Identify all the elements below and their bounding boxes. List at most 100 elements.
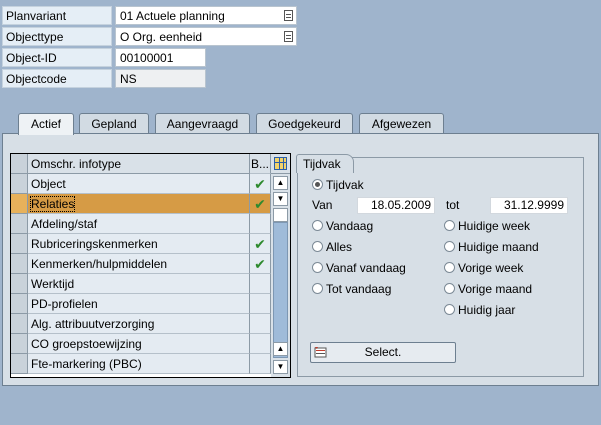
select-button[interactable]: Select. — [310, 342, 456, 363]
scroll-page-down-icon[interactable]: ▼ — [273, 360, 288, 374]
radio-icon — [312, 262, 323, 273]
radio-tot-vandaag[interactable]: Tot vandaag — [312, 281, 391, 297]
infotype-name[interactable]: Fte-markering (PBC) — [28, 354, 250, 374]
radio-icon — [312, 220, 323, 231]
check-cell — [250, 294, 271, 314]
radio-label: Vandaag — [326, 219, 374, 233]
planvariant-value: 01 Actuele planning — [120, 9, 225, 23]
table-header: Omschr. infotype B... — [11, 154, 292, 174]
objecttype-input[interactable]: O Org. eenheid — [115, 27, 297, 46]
tab-actief[interactable]: Actief — [18, 113, 74, 135]
check-cell — [250, 334, 271, 354]
objecttype-value: O Org. eenheid — [120, 30, 203, 44]
objecttype-label: Objecttype — [2, 27, 112, 46]
radio-label: Tot vandaag — [326, 282, 392, 296]
radio-label: Alles — [326, 240, 353, 254]
radio-icon — [444, 304, 455, 315]
check-cell — [250, 274, 271, 294]
row-selector[interactable] — [11, 254, 28, 274]
infotype-name-text: Relaties — [29, 196, 76, 212]
infotype-name[interactable]: Kenmerken/hulpmiddelen — [28, 254, 250, 274]
radio-label: Huidig jaar — [458, 303, 516, 317]
radio-icon — [444, 283, 455, 294]
radio-alles[interactable]: Alles — [312, 239, 352, 255]
tab-afgewezen[interactable]: Afgewezen — [359, 113, 444, 134]
tab-gepland[interactable]: Gepland — [79, 113, 149, 134]
radio-huidige-week[interactable]: Huidige week — [444, 218, 530, 234]
row-selector[interactable] — [11, 334, 28, 354]
objectcode-label: Objectcode — [2, 69, 112, 88]
check-icon: ✔ — [250, 194, 271, 214]
radio-icon — [444, 220, 455, 231]
column-header-b[interactable]: B... — [250, 154, 271, 174]
van-label: Van — [312, 198, 333, 212]
row-selector[interactable] — [11, 174, 28, 194]
scroll-thumb[interactable] — [273, 208, 288, 222]
radio-tijdvak[interactable]: Tijdvak — [312, 177, 364, 193]
infotype-name[interactable]: Object — [28, 174, 250, 194]
radio-icon — [312, 241, 323, 252]
radio-label: Vorige week — [458, 261, 524, 275]
radio-icon — [444, 241, 455, 252]
row-selector[interactable] — [11, 294, 28, 314]
object-id-input[interactable]: 00100001 — [115, 48, 206, 67]
row-selector[interactable] — [11, 234, 28, 254]
row-selector[interactable] — [11, 314, 28, 334]
column-header-omschr[interactable]: Omschr. infotype — [28, 154, 250, 174]
infotype-name[interactable]: Rubriceringskenmerken — [28, 234, 250, 254]
row-selector[interactable] — [11, 194, 28, 214]
infotype-name[interactable]: Werktijd — [28, 274, 250, 294]
infotype-name[interactable]: Afdeling/staf — [28, 214, 250, 234]
radio-vorige-week[interactable]: Vorige week — [444, 260, 523, 276]
infotype-name[interactable]: PD-profielen — [28, 294, 250, 314]
check-icon: ✔ — [250, 234, 271, 254]
planvariant-input[interactable]: 01 Actuele planning — [115, 6, 297, 25]
table-settings-button[interactable] — [271, 154, 290, 174]
radio-vandaag[interactable]: Vandaag — [312, 218, 373, 234]
van-date-input[interactable]: 18.05.2009 — [357, 197, 435, 214]
tab-aangevraagd[interactable]: Aangevraagd — [155, 113, 250, 134]
select-button-label: Select. — [364, 345, 402, 359]
radio-label: Vanaf vandaag — [326, 261, 406, 275]
radio-label: Vorige maand — [458, 282, 533, 296]
scroll-up-icon[interactable]: ▲ — [273, 176, 288, 190]
check-cell — [250, 214, 271, 234]
row-selector[interactable] — [11, 354, 28, 374]
tab-goedgekeurd[interactable]: Goedgekeurd — [256, 113, 353, 134]
scroll-down-icon[interactable]: ▼ — [273, 192, 288, 206]
row-selector[interactable] — [11, 214, 28, 234]
radio-vorige-maand[interactable]: Vorige maand — [444, 281, 532, 297]
scroll-track[interactable] — [273, 222, 288, 358]
radio-vanaf-vandaag[interactable]: Vanaf vandaag — [312, 260, 406, 276]
table-settings-icon — [274, 157, 287, 170]
table-scrollbar[interactable]: ▲ ▼ ▲ ▼ — [271, 174, 290, 377]
scroll-page-up-icon[interactable]: ▲ — [273, 342, 288, 356]
object-id-value: 00100001 — [120, 51, 174, 65]
radio-huidige-maand[interactable]: Huidige maand — [444, 239, 539, 255]
value-help-icon[interactable] — [284, 10, 293, 21]
radio-label: Huidige week — [458, 219, 531, 233]
objectcode-value: NS — [120, 72, 137, 86]
infotype-name[interactable]: Relaties — [28, 194, 250, 214]
check-icon: ✔ — [250, 174, 271, 194]
select-icon — [314, 347, 327, 358]
object-id-label: Object-ID — [2, 48, 112, 67]
radio-icon — [444, 262, 455, 273]
infotype-table: Omschr. infotype B... Object ✔ Relaties … — [10, 153, 291, 378]
value-help-icon[interactable] — [284, 31, 293, 42]
tot-date-input[interactable]: 31.12.9999 — [490, 197, 568, 214]
infotype-name[interactable]: CO groepstoewijzing — [28, 334, 250, 354]
planvariant-label: Planvariant — [2, 6, 112, 25]
infotype-name[interactable]: Alg. attribuutverzorging — [28, 314, 250, 334]
radio-icon — [312, 283, 323, 294]
select-all-cell[interactable] — [11, 154, 28, 174]
check-cell — [250, 354, 271, 374]
radio-tijdvak-label: Tijdvak — [326, 178, 364, 192]
objectcode-display: NS — [115, 69, 206, 88]
tijdvak-group-title: Tijdvak — [296, 154, 354, 173]
radio-huidig-jaar[interactable]: Huidig jaar — [444, 302, 515, 318]
radio-selected-icon — [312, 179, 323, 190]
tot-label: tot — [446, 198, 460, 212]
check-icon: ✔ — [250, 254, 271, 274]
row-selector[interactable] — [11, 274, 28, 294]
